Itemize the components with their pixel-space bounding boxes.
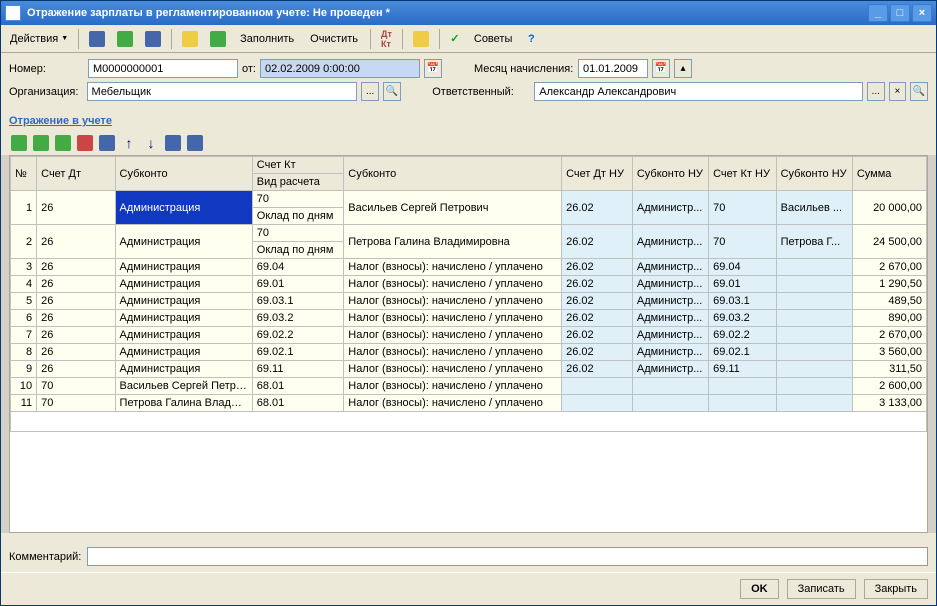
table-row[interactable]: 1170Петрова Галина Владим...68.01Налог (… <box>11 395 927 412</box>
col-dt[interactable]: Счет Дт <box>37 157 115 191</box>
close-button[interactable]: Закрыть <box>864 579 928 599</box>
help-icon[interactable]: ? <box>521 28 541 50</box>
table-row[interactable]: 1070Васильев Сергей Петров...68.01Налог … <box>11 378 927 395</box>
save-button[interactable]: Записать <box>787 579 856 599</box>
main-toolbar: Действия ▼ Заполнить Очистить ДтКт ✓ Сов… <box>1 25 936 53</box>
fill-button[interactable]: Заполнить <box>233 28 301 50</box>
select-icon[interactable]: ... <box>867 82 885 101</box>
clear-icon[interactable]: × <box>889 82 907 101</box>
table-row[interactable]: 326Администрация69.04Налог (взносы): нач… <box>11 259 927 276</box>
close-button[interactable]: × <box>912 4 932 22</box>
from-label: от: <box>242 63 256 75</box>
org-label: Организация: <box>9 86 83 98</box>
post-icon[interactable] <box>177 28 203 50</box>
calendar-icon[interactable]: 📅 <box>424 59 442 78</box>
col-ktnu[interactable]: Счет Кт НУ <box>709 157 777 191</box>
col-vid[interactable]: Вид расчета <box>252 174 343 191</box>
col-subnu[interactable]: Субконто НУ <box>632 157 708 191</box>
number-label: Номер: <box>9 63 84 75</box>
col-subnu2[interactable]: Субконто НУ <box>776 157 852 191</box>
data-grid[interactable]: № Счет Дт Субконто Счет Кт Субконто Счет… <box>9 155 928 533</box>
list-icon[interactable] <box>140 28 166 50</box>
grid-toolbar: ↑ ↓ <box>1 131 936 155</box>
add-row-icon[interactable] <box>9 133 29 153</box>
calendar-icon[interactable]: 📅 <box>652 59 670 78</box>
settings-icon[interactable] <box>408 28 434 50</box>
comment-label: Комментарий: <box>9 551 81 563</box>
table-row[interactable]: 726Администрация69.02.2Налог (взносы): н… <box>11 327 927 344</box>
comment-input[interactable] <box>87 547 928 566</box>
resp-input[interactable] <box>534 82 863 101</box>
table-row[interactable]: 926Администрация69.11Налог (взносы): нач… <box>11 361 927 378</box>
window-title: Отражение зарплаты в регламентированном … <box>27 7 868 19</box>
col-dtnu[interactable]: Счет Дт НУ <box>562 157 633 191</box>
maximize-button[interactable]: □ <box>890 4 910 22</box>
col-kt[interactable]: Счет Кт <box>252 157 343 174</box>
ok-button[interactable]: OK <box>740 579 779 599</box>
move-down-icon[interactable]: ↓ <box>141 133 161 153</box>
unpost-icon[interactable] <box>205 28 231 50</box>
table-row[interactable]: 126Администрация70Васильев Сергей Петров… <box>11 191 927 208</box>
month-input[interactable] <box>578 59 648 78</box>
move-up-icon[interactable]: ↑ <box>119 133 139 153</box>
date-input[interactable] <box>260 59 420 78</box>
copy-row-icon[interactable] <box>31 133 51 153</box>
table-row[interactable]: 526Администрация69.03.1Налог (взносы): н… <box>11 293 927 310</box>
tips-button[interactable]: Советы <box>467 28 519 50</box>
dtkt-icon[interactable]: ДтКт <box>376 28 397 50</box>
section-title: Отражение в учете <box>1 111 936 131</box>
number-input[interactable] <box>88 59 238 78</box>
select-icon[interactable]: ... <box>361 82 379 101</box>
spin-up-icon[interactable]: ▴ <box>674 59 692 78</box>
table-row[interactable]: 626Администрация69.03.2Налог (взносы): н… <box>11 310 927 327</box>
table-row[interactable]: 426Администрация69.01Налог (взносы): нач… <box>11 276 927 293</box>
chevron-down-icon: ▼ <box>61 35 68 42</box>
end-icon[interactable] <box>97 133 117 153</box>
col-n[interactable]: № <box>11 157 37 191</box>
app-icon <box>5 5 21 21</box>
sort-za-icon[interactable] <box>185 133 205 153</box>
clear-button[interactable]: Очистить <box>303 28 365 50</box>
sort-az-icon[interactable] <box>163 133 183 153</box>
refresh-icon[interactable] <box>112 28 138 50</box>
col-sum[interactable]: Сумма <box>852 157 926 191</box>
titlebar: Отражение зарплаты в регламентированном … <box>1 1 936 25</box>
tips-icon[interactable]: ✓ <box>445 28 465 50</box>
resp-label: Ответственный: <box>432 86 530 98</box>
col-sub2[interactable]: Субконто <box>344 157 562 191</box>
month-label: Месяц начисления: <box>474 63 574 75</box>
actions-label: Действия <box>10 33 58 45</box>
org-input[interactable] <box>87 82 358 101</box>
table-row[interactable]: 226Администрация70Петрова Галина Владими… <box>11 225 927 242</box>
search-icon[interactable]: 🔍 <box>383 82 401 101</box>
table-row[interactable]: 826Администрация69.02.1Налог (взносы): н… <box>11 344 927 361</box>
actions-menu[interactable]: Действия ▼ <box>5 28 73 50</box>
col-sub[interactable]: Субконто <box>115 157 252 191</box>
search-icon[interactable]: 🔍 <box>910 82 928 101</box>
edit-row-icon[interactable] <box>53 133 73 153</box>
minimize-button[interactable]: _ <box>868 4 888 22</box>
delete-row-icon[interactable] <box>75 133 95 153</box>
back-icon[interactable] <box>84 28 110 50</box>
